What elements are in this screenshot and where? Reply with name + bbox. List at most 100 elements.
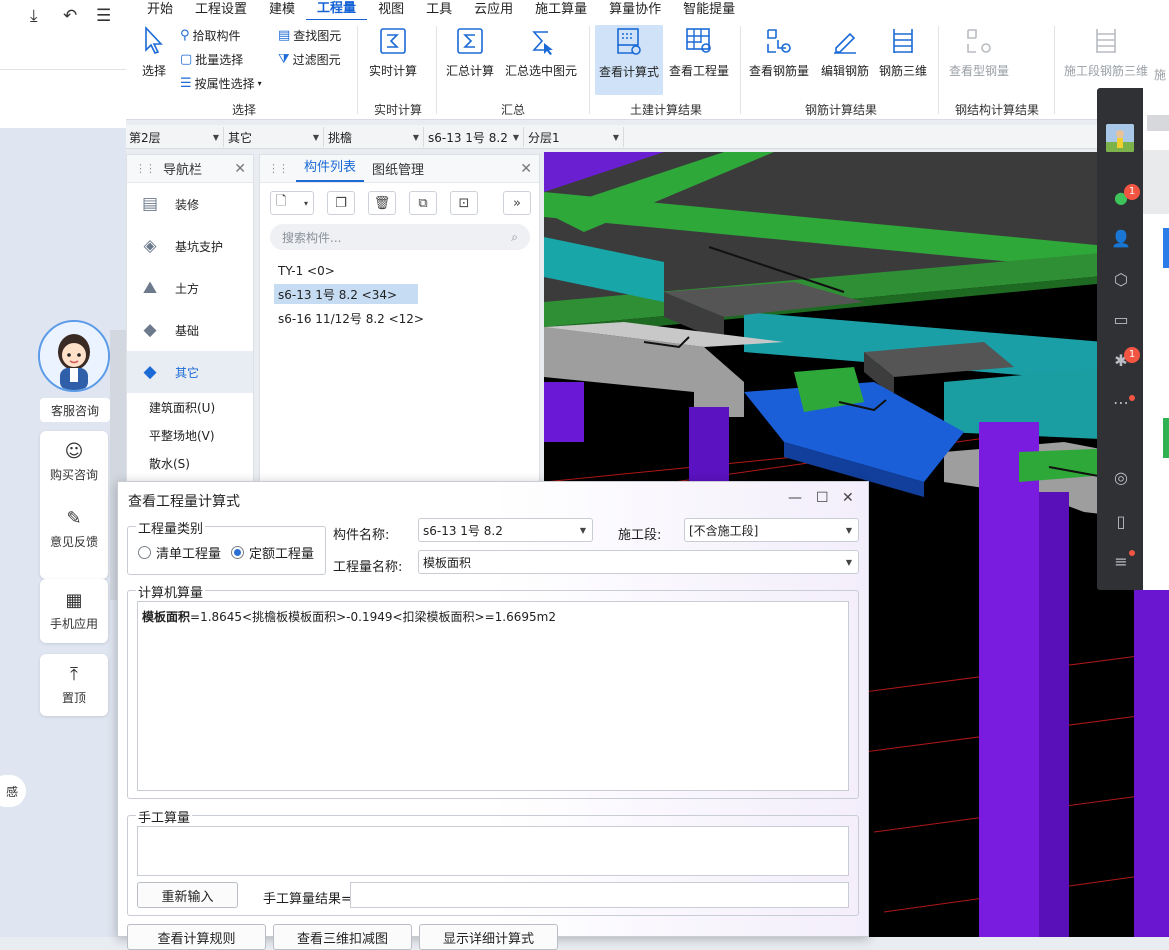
user-avatar[interactable] [1106,124,1134,152]
manual-calc-legend: 手工算量 [136,807,193,826]
realtime-calc-button[interactable]: 实时计算 [366,20,420,79]
layer-dropdown[interactable]: 分层1 ▼ [525,127,624,147]
edit-icon: ✎ [66,508,82,530]
search-input[interactable]: 搜索构件... ⌕ [270,224,530,250]
nav-item-foundation[interactable]: ◆ 基础 [127,309,253,351]
list-item[interactable]: TY-1 <0> [274,261,339,281]
manual-result-field[interactable] [350,882,849,908]
nav-item-label: 土方 [175,281,200,296]
show-detail-formula-button[interactable]: 显示详细计算式 [419,924,558,950]
reinput-button[interactable]: 重新输入 [137,882,238,908]
new-component-button[interactable]: 🗋 ▾ [270,191,314,215]
menu-modeling[interactable]: 建模 [258,0,306,20]
manual-input[interactable] [137,826,849,876]
nav-item-other[interactable]: ◆ 其它 [127,351,253,393]
summary-calc-button[interactable]: 汇总计算 [444,20,496,79]
menu-collaboration[interactable]: 算量协作 [598,0,672,20]
floor-dropdown[interactable]: 第2层 ▼ [126,127,224,147]
radio-quota-qty[interactable]: 定额工程量 [231,543,314,562]
qty-type-group: 工程量类别 清单工程量 定额工程量 [127,518,326,575]
menu-cloud[interactable]: 云应用 [463,0,524,20]
tab-drawing-management[interactable]: 图纸管理 [364,159,432,178]
component-name-select[interactable]: s6-13 1号 8.2 ▼ [418,518,593,542]
summary-selected-button[interactable]: 汇总选中图元 [502,20,580,79]
maximize-icon[interactable]: ☐ [816,490,829,506]
close-icon[interactable]: ✕ [842,490,854,506]
grip-icon[interactable]: ⋮⋮ [268,162,289,175]
nav-sub-site-leveling[interactable]: 平整场地(V) [127,421,253,449]
formula-textarea[interactable]: 模板面积=1.8645<挑檐板模板面积>-0.1949<扣梁模板面积>=1.66… [137,601,849,791]
more-button[interactable]: » [503,191,531,215]
copy-button[interactable]: ❐ [327,191,355,215]
list-item-selected[interactable]: s6-13 1号 8.2 <34> [274,284,418,304]
undo-icon[interactable]: ↶ [63,6,77,26]
find-element-button[interactable]: ▤ 查找图元 [278,27,341,44]
service-consult-button[interactable]: 客服咨询 [40,398,110,422]
import-button[interactable]: ⊡ [450,191,478,215]
group-label-realtime: 实时计算 [374,103,423,117]
phone-icon[interactable]: ▯ [1111,512,1131,532]
menu-tools[interactable]: 工具 [415,0,463,20]
nav-sub-apron[interactable]: 散水(S) [127,449,253,477]
view-formula-icon [614,27,644,57]
contacts-icon[interactable]: 👤 [1111,229,1131,249]
filter-element-button[interactable]: ⧩ 过滤图元 [278,51,341,68]
nav-item-decoration[interactable]: ▤ 装修 [127,183,253,225]
menu-quantity[interactable]: 工程量 [306,0,368,21]
qty-type-legend: 工程量类别 [136,518,206,537]
menu-icon[interactable]: ☰ [96,6,111,26]
menu-view[interactable]: 视图 [367,0,415,20]
miniprogram-icon[interactable]: ◎ [1111,468,1131,488]
feedback-button[interactable]: ✎ 意见反馈 [50,508,98,579]
chevron-down-icon: ▼ [579,525,586,535]
select-by-attr-button[interactable]: ☰ 按属性选择 ▾ [180,75,262,92]
buy-consult-button[interactable]: ☺ 购买咨询 [50,441,98,508]
back-to-top-button[interactable]: ⤒ 置顶 [40,654,108,716]
list-item[interactable]: s6-16 11/12号 8.2 <12> [274,308,428,328]
download-icon[interactable]: ⤓ [30,6,38,26]
close-icon[interactable]: ✕ [520,161,532,177]
menu-smart-extract[interactable]: 智能提量 [672,0,746,20]
tab-component-list[interactable]: 构件列表 [296,156,365,182]
chat-item-selected[interactable] [1143,150,1169,214]
feeling-button[interactable]: 感 [0,775,26,807]
close-icon[interactable]: ✕ [234,161,246,177]
delete-button[interactable]: 🗑 [368,191,396,215]
component-dropdown[interactable]: s6-13 1号 8.2 ▼ [425,127,524,147]
radio-list-qty[interactable]: 清单工程量 [138,543,221,562]
view-formula-button[interactable]: 查看计算式 [595,25,663,95]
grip-icon[interactable]: ⋮⋮ [135,162,156,175]
folder-icon[interactable]: ▭ [1111,310,1131,330]
qty-name-select[interactable]: 模板面积 ▼ [418,550,859,574]
duplicate-button[interactable]: ⧉ [409,191,437,215]
category-value: 其它 [228,130,253,145]
category-dropdown[interactable]: 其它 ▼ [225,127,324,147]
edit-rebar-button[interactable]: 编辑钢筋 [816,20,874,79]
more-dots-icon[interactable]: ⋯ [1111,393,1131,413]
chevron-down-icon: ▼ [612,132,619,142]
nav-item-earthwork[interactable]: ⛰ 土方 [127,267,253,309]
stage-select[interactable]: [不含施工段] ▼ [684,518,859,542]
nav-item-label: 基础 [175,323,200,338]
view-rebar-button[interactable]: 查看钢筋量 [747,20,811,79]
settings-menu-icon[interactable]: ≡ [1111,552,1131,572]
type-dropdown[interactable]: 挑檐 ▼ [325,127,424,147]
view-rules-button[interactable]: 查看计算规则 [127,924,266,950]
menu-start[interactable]: 开始 [136,0,184,20]
sigma-icon [455,26,485,56]
mobile-app-button[interactable]: ▦ 手机应用 [40,579,108,643]
avatar[interactable] [38,320,110,392]
cube-icon[interactable]: ⬡ [1111,270,1131,290]
find-icon: ▤ [278,28,291,43]
menu-construction-qty[interactable]: 施工算量 [524,0,598,20]
batch-select-button[interactable]: ▢ 批量选择 [180,51,243,68]
pick-component-button[interactable]: ⚲ 拾取构件 [180,27,241,44]
view-3d-deduction-button[interactable]: 查看三维扣减图 [273,924,412,950]
menu-project-settings[interactable]: 工程设置 [184,0,258,20]
nav-sub-building-area[interactable]: 建筑面积(U) [127,393,253,421]
select-button[interactable]: 选择 [134,20,174,79]
view-quantity-button[interactable]: 查看工程量 [667,20,731,79]
nav-item-pit-support[interactable]: ◈ 基坑支护 [127,225,253,267]
rebar-3d-button[interactable]: 钢筋三维 [876,20,930,79]
minimize-icon[interactable]: — [788,490,802,506]
